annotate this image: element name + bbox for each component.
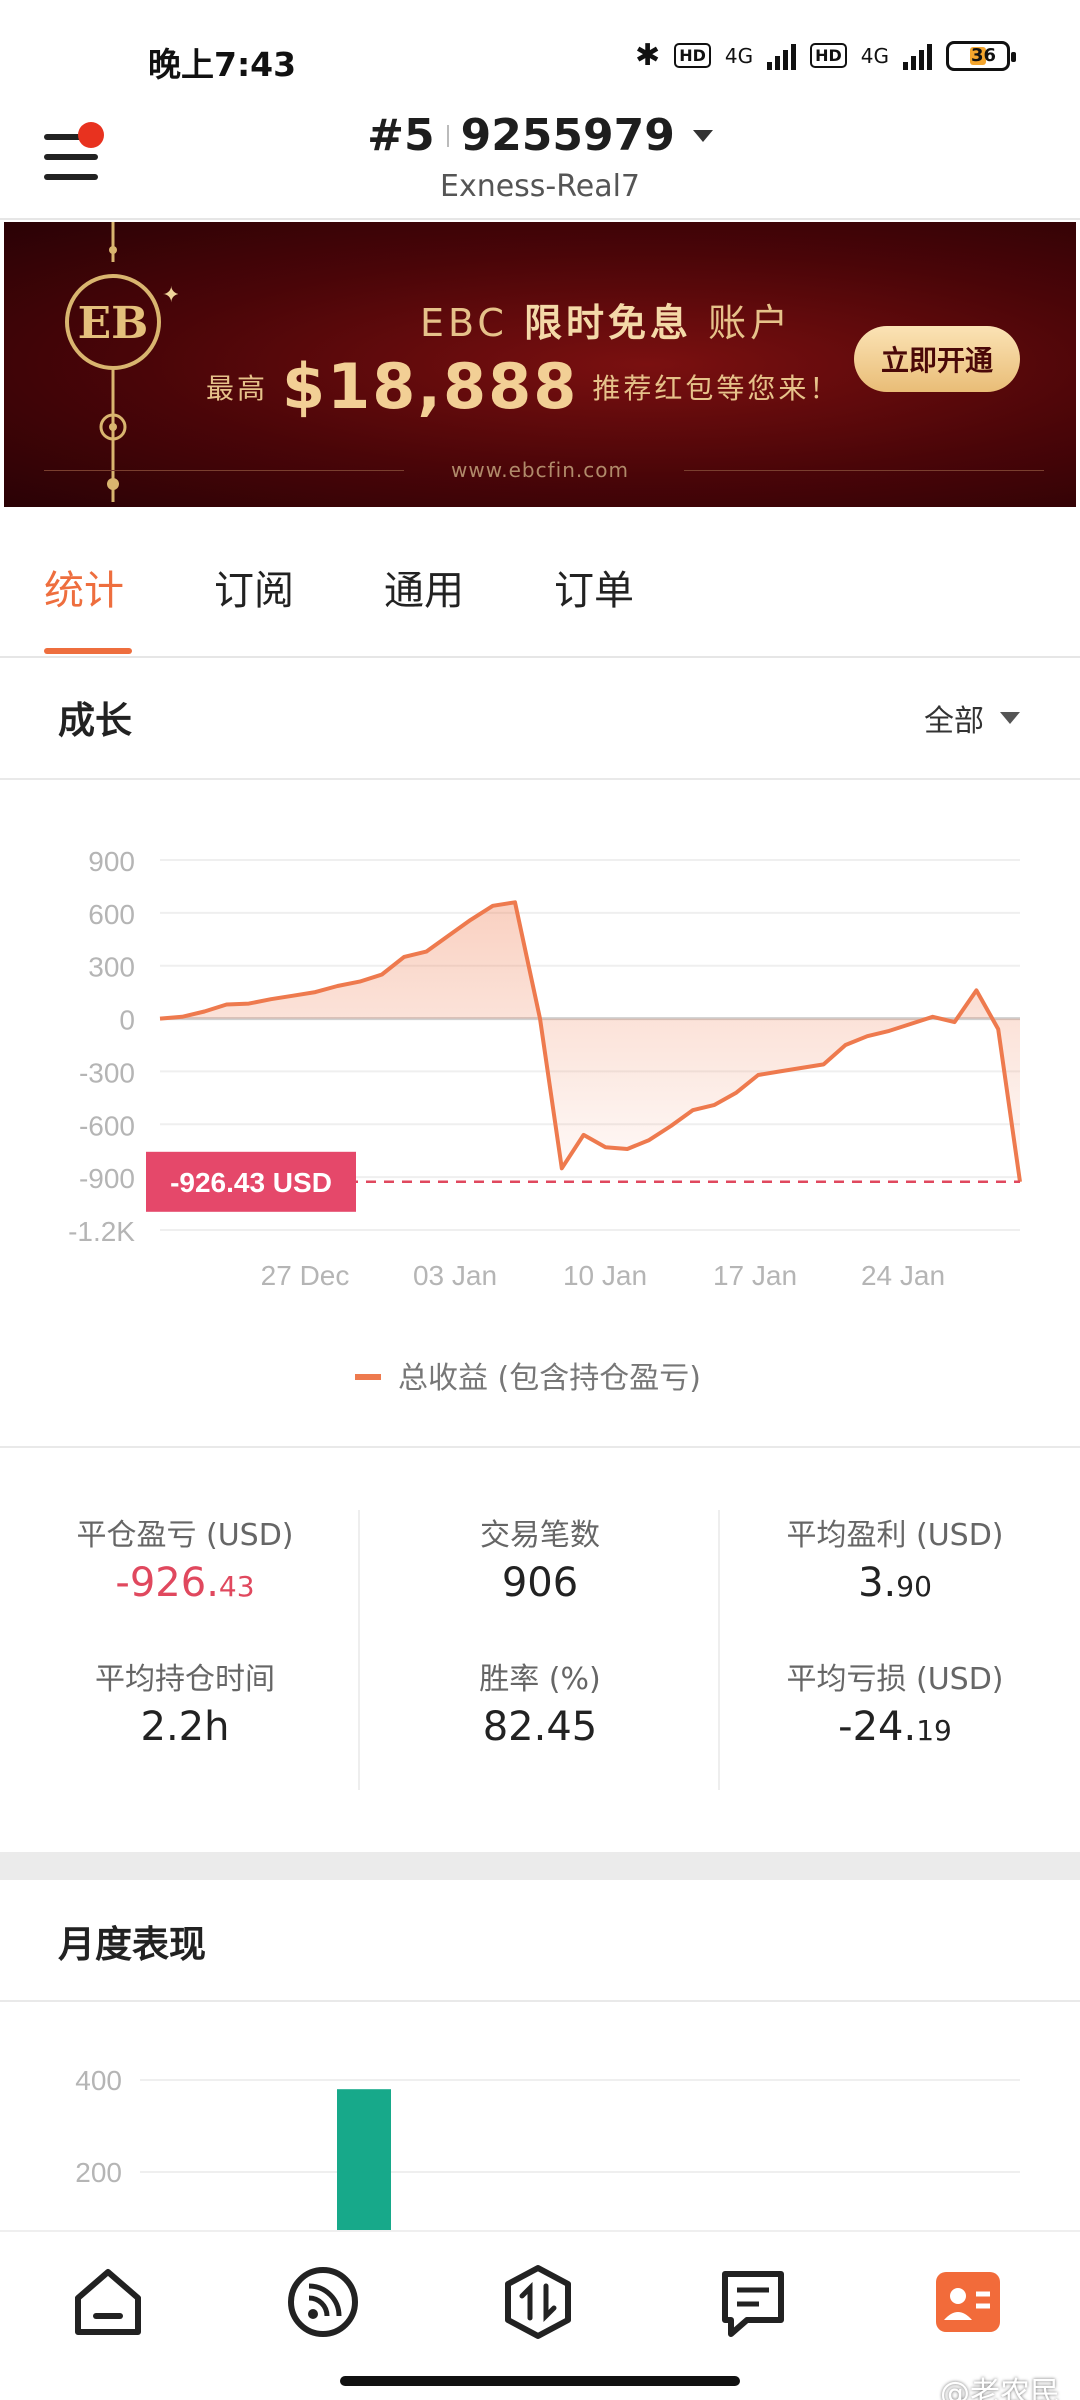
bluetooth-icon: ✱ — [635, 38, 661, 73]
stat-avg-loss: 平均亏损 (USD) -24.19 — [730, 1654, 1060, 1750]
banner-headline: EBC 限时免息 账户 — [420, 292, 792, 347]
tab-subscribe[interactable]: 订阅 — [214, 558, 294, 616]
banner-subline: 最高 $18,888 推荐红包等您来！ — [206, 350, 840, 423]
y-tick-label: 600 — [88, 899, 135, 930]
bar — [337, 2089, 391, 2230]
section-divider — [0, 1446, 1080, 1448]
home-indicator[interactable] — [340, 2376, 740, 2386]
stat-label: 平仓盈亏 (USD) — [76, 1518, 294, 1553]
network-type: 4G — [724, 43, 754, 68]
watermark: @老农民 — [940, 2376, 1060, 2400]
current-value-label: -926.43 USD — [170, 1167, 332, 1198]
status-time: 晚上7:43 — [148, 45, 297, 84]
caret-down-icon — [1000, 712, 1020, 724]
range-filter[interactable]: 全部 — [924, 696, 1020, 740]
x-tick-label: 24 Jan — [861, 1260, 945, 1291]
y-tick-label: -900 — [79, 1163, 135, 1194]
y-tick-label: 900 — [88, 846, 135, 877]
stats-grid: 平仓盈亏 (USD) -926.43 交易笔数 906 平均盈利 (USD) 3… — [0, 1490, 1080, 1800]
y-tick-label: 200 — [75, 2157, 122, 2188]
section-divider — [0, 2000, 1080, 2002]
banner-suffix: 推荐红包等您来！ — [592, 371, 841, 405]
status-bar: 晚上7:43 ✱ HD 4G HD 4G 36 — [0, 0, 1080, 110]
x-tick-label: 03 Jan — [413, 1260, 497, 1291]
monthly-chart[interactable]: 400 200 — [0, 2020, 1080, 2230]
active-tab-indicator — [44, 648, 132, 654]
y-tick-label: 0 — [119, 1005, 135, 1036]
account-number: 9255979 — [460, 110, 675, 161]
battery-icon: 36 — [946, 40, 1016, 71]
account-server: Exness-Real7 — [439, 169, 641, 204]
stat-value: -24.19 — [838, 1704, 952, 1750]
signal-icon — [767, 42, 797, 70]
growth-title: 成长 — [58, 699, 132, 742]
banner-amount: $18,888 — [282, 350, 579, 423]
stat-value: -926.43 — [115, 1560, 255, 1606]
y-tick-label: 400 — [75, 2065, 122, 2096]
range-filter-label: 全部 — [924, 704, 984, 739]
stat-closed-pnl: 平仓盈亏 (USD) -926.43 — [20, 1510, 350, 1606]
y-tick-label: -600 — [79, 1110, 135, 1141]
y-tick-label: -1.2K — [68, 1216, 135, 1247]
stat-value: 82.45 — [482, 1704, 598, 1750]
news-icon[interactable] — [713, 2262, 793, 2342]
caret-down-icon — [692, 129, 713, 142]
column-divider — [358, 1510, 360, 1790]
signal-icon — [903, 42, 932, 70]
growth-chart[interactable]: 900 600 300 0 -300 -600 -900 -1.2K 27 Dec 03 Jan 1… — [0, 780, 1080, 1440]
stat-label: 平均持仓时间 — [95, 1662, 275, 1697]
stat-value: 906 — [501, 1560, 579, 1606]
svg-text:✦: ✦ — [162, 283, 178, 308]
profile-icon[interactable] — [928, 2262, 1008, 2342]
stat-value: 2.2h — [140, 1704, 230, 1750]
banner-url: www.ebcfin.com — [451, 458, 629, 482]
stat-avg-hold: 平均持仓时间 2.2h — [20, 1654, 350, 1750]
y-tick-label: -300 — [79, 1057, 135, 1088]
home-icon[interactable] — [68, 2262, 148, 2342]
monthly-title: 月度表现 — [58, 1923, 206, 1966]
stat-label: 平均亏损 (USD) — [786, 1662, 1004, 1697]
legend-swatch — [355, 1374, 381, 1380]
separator — [446, 124, 449, 147]
section-spacer — [0, 1852, 1080, 1880]
status-icons: ✱ HD 4G HD 4G 36 — [635, 38, 1016, 73]
tab-orders[interactable]: 订单 — [554, 558, 634, 616]
stat-label: 平均盈利 (USD) — [786, 1518, 1004, 1553]
y-tick-label: 300 — [88, 952, 135, 983]
stat-trades: 交易笔数 906 — [375, 1510, 705, 1606]
tab-bar: 统计 订阅 通用 订单 — [0, 508, 1080, 658]
hd-badge: HD — [810, 43, 847, 68]
tab-general[interactable]: 通用 — [384, 558, 464, 616]
promo-banner[interactable]: EB ✦ EBC 限时免息 账户 最高 $18,888 推荐红包等您来！ 立即开… — [4, 222, 1076, 507]
app-header: #5 9255979 Exness-Real7 — [0, 100, 1080, 220]
trade-icon[interactable] — [498, 2262, 578, 2342]
x-tick-label: 27 Dec — [261, 1260, 350, 1291]
x-tick-label: 17 Jan — [713, 1260, 797, 1291]
stat-value: 3.90 — [858, 1560, 932, 1606]
x-tick-label: 10 Jan — [563, 1260, 647, 1291]
network-type: 4G — [860, 43, 889, 68]
stat-avg-profit: 平均盈利 (USD) 3.90 — [730, 1510, 1060, 1606]
svg-text:EB: EB — [78, 298, 149, 349]
feed-icon[interactable] — [283, 2262, 363, 2342]
banner-highlight: 限时免息 — [524, 301, 693, 345]
battery-level: 36 — [971, 45, 997, 66]
hd-badge: HD — [674, 43, 711, 68]
open-account-button[interactable]: 立即开通 — [854, 326, 1020, 392]
account-index: #5 — [367, 110, 435, 161]
stat-label: 交易笔数 — [480, 1518, 600, 1553]
tab-statistics[interactable]: 统计 — [44, 558, 124, 616]
banner-headline-suffix: 账户 — [708, 301, 793, 345]
legend-label: 总收益 (包含持仓盈亏) — [398, 1361, 701, 1396]
bottom-nav — [0, 2230, 1080, 2400]
banner-prefix: 最高 — [206, 371, 269, 405]
column-divider — [718, 1510, 720, 1790]
stat-label: 胜率 (%) — [479, 1662, 601, 1697]
account-selector[interactable]: #5 9255979 Exness-Real7 — [0, 110, 1080, 204]
stat-win-rate: 胜率 (%) 82.45 — [375, 1654, 705, 1750]
banner-brand: EBC — [420, 301, 508, 345]
